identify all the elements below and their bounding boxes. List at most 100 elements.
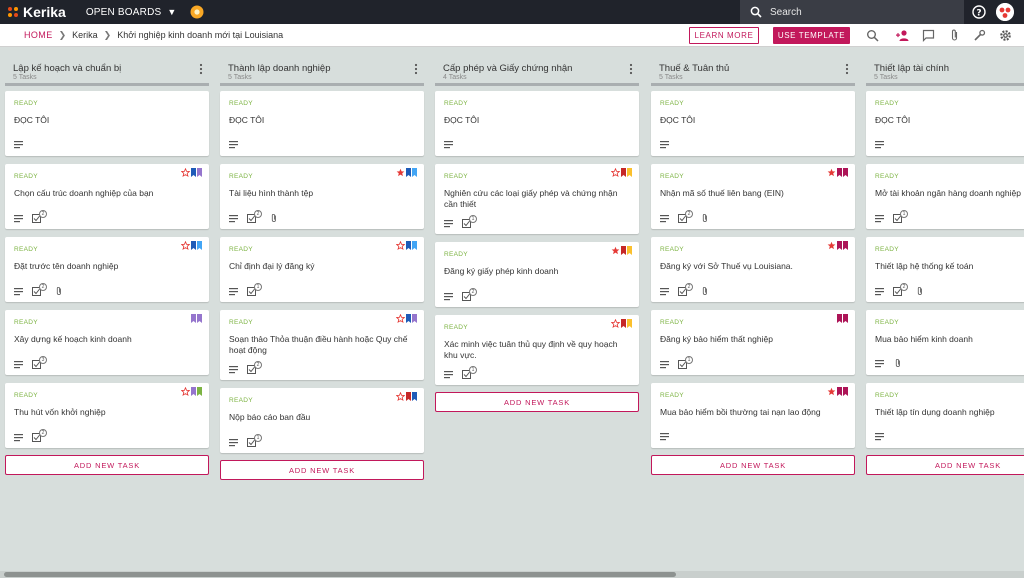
task-card[interactable]: READY Tài liệu hình thành tệp 2 [220, 164, 424, 229]
top-bar: Kerika OPEN BOARDS ▼ Search ? [0, 0, 1024, 24]
task-card[interactable]: READY Mua bảo hiểm kinh doanh [866, 310, 1024, 375]
breadcrumb-board: Khởi nghiệp kinh doanh mới tại Louisiana [117, 30, 284, 40]
tag-flag-icon [837, 241, 842, 250]
star-filled-icon[interactable] [827, 387, 836, 396]
add-new-task-button[interactable]: ADD NEW TASK [866, 455, 1024, 475]
star-filled-icon[interactable] [827, 168, 836, 177]
checklist-indicator: 2 [893, 283, 908, 296]
tag-flag-icon [621, 319, 626, 328]
star-filled-icon[interactable] [396, 168, 405, 177]
task-status: READY [444, 324, 468, 331]
task-card[interactable]: READY ĐỌC TÔI [435, 91, 639, 156]
task-tags [827, 168, 848, 177]
chat-icon[interactable] [922, 29, 935, 42]
task-card[interactable]: READY Đăng ký với Sở Thuế vụ Louisiana. 2 [651, 237, 855, 302]
more-vertical-icon[interactable] [845, 63, 849, 75]
star-filled-icon[interactable] [827, 241, 836, 250]
star-outline-icon[interactable] [611, 168, 620, 177]
task-card[interactable]: READY Đăng ký giấy phép kinh doanh 2 [435, 242, 639, 307]
use-template-button[interactable]: USE TEMPLATE [773, 27, 850, 44]
task-card[interactable]: READY Đăng ký bảo hiểm thất nghiệp 1 [651, 310, 855, 375]
task-card[interactable]: READY Thu hút vốn khởi nghiệp 2 [5, 383, 209, 448]
breadcrumb-workspace[interactable]: Kerika [72, 30, 98, 40]
task-card[interactable]: READY Chọn cấu trúc doanh nghiệp của bạn 2 [5, 164, 209, 229]
checklist-count: 1 [469, 366, 477, 374]
brand-name: Kerika [23, 4, 66, 20]
help-icon[interactable]: ? [972, 5, 986, 19]
task-title: Mua bảo hiểm bồi thường tai nạn lao động [660, 407, 821, 417]
add-new-task-button[interactable]: ADD NEW TASK [435, 392, 639, 412]
column-header[interactable]: Thuế & Tuân thủ 5 Tasks [651, 54, 855, 86]
star-outline-icon[interactable] [611, 319, 620, 328]
task-meta [875, 359, 903, 368]
checklist-count: 1 [469, 215, 477, 223]
search-icon[interactable] [866, 29, 879, 42]
column-header[interactable]: Lập kế hoạch và chuẩn bị 5 Tasks [5, 54, 209, 86]
column-title: Thiết lập tài chính [874, 63, 949, 74]
avatar[interactable] [996, 3, 1014, 21]
add-new-task-button[interactable]: ADD NEW TASK [5, 455, 209, 475]
task-card[interactable]: READY Thiết lập hệ thống kế toán 2 [866, 237, 1024, 302]
more-vertical-icon[interactable] [629, 63, 633, 75]
column-task-count: 4 Tasks [443, 74, 467, 81]
attachment-icon [702, 213, 707, 222]
task-card[interactable]: READY Nộp báo cáo ban đầu 1 [220, 388, 424, 453]
checklist-indicator: 1 [893, 210, 908, 223]
breadcrumb-home[interactable]: HOME [24, 30, 53, 40]
star-outline-icon[interactable] [181, 241, 190, 250]
more-vertical-icon[interactable] [414, 63, 418, 75]
task-card[interactable]: READY Xác minh việc tuân thủ quy định về … [435, 315, 639, 385]
description-icon [660, 287, 669, 295]
attachment-icon[interactable] [948, 29, 961, 42]
task-card[interactable]: READY Thiết lập tín dụng doanh nghiệp [866, 383, 1024, 448]
scrollbar-thumb[interactable] [4, 572, 676, 577]
column-header[interactable]: Cấp phép và Giấy chứng nhận 4 Tasks [435, 54, 639, 86]
open-boards-menu[interactable]: OPEN BOARDS ▼ [86, 7, 177, 18]
column-task-count: 5 Tasks [874, 74, 898, 81]
task-title: Mở tài khoản ngân hàng doanh nghiệp [875, 188, 1021, 198]
column-header[interactable]: Thành lập doanh nghiệp 5 Tasks [220, 54, 424, 86]
open-boards-label: OPEN BOARDS [85, 6, 162, 18]
task-meta: 2 [14, 429, 47, 442]
checklist-count: 2 [254, 361, 262, 369]
task-card[interactable]: READY ĐỌC TÔI [5, 91, 209, 156]
learn-more-button[interactable]: LEARN MORE [689, 27, 759, 44]
task-card[interactable]: READY Soạn thảo Thỏa thuận điều hành hoặc… [220, 310, 424, 380]
sun-icon[interactable] [190, 5, 204, 19]
task-card[interactable]: READY ĐỌC TÔI [220, 91, 424, 156]
task-card[interactable]: READY Đặt trước tên doanh nghiệp 2 [5, 237, 209, 302]
star-filled-icon[interactable] [611, 246, 620, 255]
kerika-logo[interactable]: Kerika [6, 4, 66, 20]
star-outline-icon[interactable] [396, 241, 405, 250]
task-card[interactable]: READY ĐỌC TÔI [651, 91, 855, 156]
description-icon [444, 292, 453, 300]
task-card[interactable]: READY Nhận mã số thuế liên bang (EIN) 2 [651, 164, 855, 229]
task-card[interactable]: READY Nghiên cứu các loại giấy phép và ch… [435, 164, 639, 234]
add-new-task-button[interactable]: ADD NEW TASK [220, 460, 424, 480]
tag-flag-icon [197, 241, 202, 250]
task-status: READY [875, 319, 899, 326]
column-header[interactable]: Thiết lập tài chính 5 Tasks [866, 54, 1024, 86]
star-outline-icon[interactable] [396, 392, 405, 401]
wrench-icon[interactable] [973, 29, 986, 42]
search-box[interactable]: Search [740, 0, 964, 24]
task-card[interactable]: READY ĐỌC TÔI [866, 91, 1024, 156]
task-card[interactable]: READY Xây dựng kế hoạch kinh doanh 3 [5, 310, 209, 375]
star-outline-icon[interactable] [181, 168, 190, 177]
star-outline-icon[interactable] [181, 387, 190, 396]
task-title: ĐỌC TÔI [14, 115, 50, 125]
add-new-task-button[interactable]: ADD NEW TASK [651, 455, 855, 475]
checklist-indicator: 1 [462, 215, 477, 228]
task-card[interactable]: READY Mở tài khoản ngân hàng doanh nghiệp… [866, 164, 1024, 229]
more-vertical-icon[interactable] [199, 63, 203, 75]
horizontal-scrollbar[interactable] [0, 571, 1024, 578]
task-card[interactable]: READY Mua bảo hiểm bồi thường tai nạn lao… [651, 383, 855, 448]
task-card[interactable]: READY Chỉ định đại lý đăng ký 1 [220, 237, 424, 302]
task-tags [611, 246, 632, 255]
add-person-icon[interactable] [896, 29, 909, 42]
gear-icon[interactable] [999, 29, 1012, 42]
attachment-icon [56, 286, 61, 295]
checklist-indicator: 2 [32, 283, 47, 296]
star-outline-icon[interactable] [396, 314, 405, 323]
task-title: ĐỌC TÔI [229, 115, 265, 125]
